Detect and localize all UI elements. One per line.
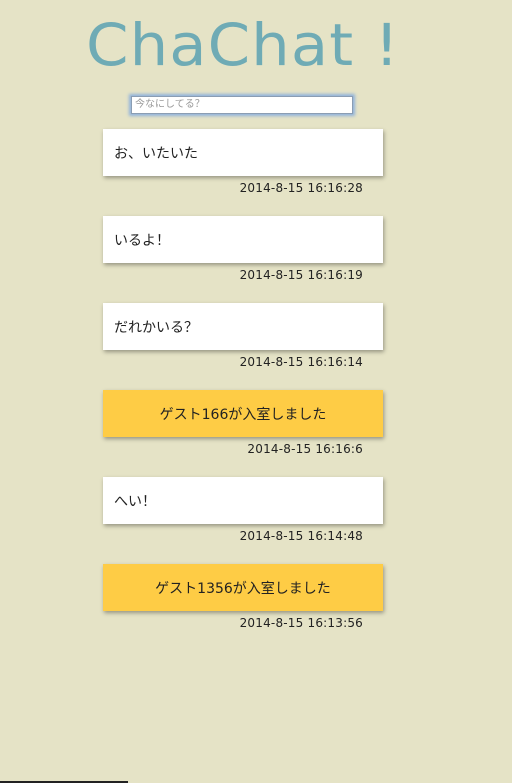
message-timestamp: 2014-8-15 16:16:14 — [239, 355, 363, 369]
message-timestamp: 2014-8-15 16:16:28 — [239, 181, 363, 195]
message-bubble: いるよ！ — [103, 216, 383, 263]
message-timestamp: 2014-8-15 16:14:48 — [239, 529, 363, 543]
message-item: お、いたいた 2014-8-15 16:16:28 — [103, 129, 383, 216]
message-timestamp: 2014-8-15 16:16:19 — [239, 268, 363, 282]
message-feed: お、いたいた 2014-8-15 16:16:28 いるよ！ 2014-8-15… — [103, 129, 383, 651]
message-bubble: お、いたいた — [103, 129, 383, 176]
system-message-item: ゲスト166が入室しました 2014-8-15 16:16:6 — [103, 390, 383, 477]
message-bubble: へい！ — [103, 477, 383, 524]
system-message-item: ゲスト1356が入室しました 2014-8-15 16:13:56 — [103, 564, 383, 651]
message-input[interactable] — [131, 95, 353, 114]
message-item: だれかいる？ 2014-8-15 16:16:14 — [103, 303, 383, 390]
system-message-bubble: ゲスト1356が入室しました — [103, 564, 383, 611]
message-timestamp: 2014-8-15 16:13:56 — [239, 616, 363, 630]
app-title: ChaChat ! — [86, 11, 400, 79]
message-item: へい！ 2014-8-15 16:14:48 — [103, 477, 383, 564]
message-bubble: だれかいる？ — [103, 303, 383, 350]
message-timestamp: 2014-8-15 16:16:6 — [247, 442, 363, 456]
system-message-bubble: ゲスト166が入室しました — [103, 390, 383, 437]
composer — [131, 92, 353, 114]
message-item: いるよ！ 2014-8-15 16:16:19 — [103, 216, 383, 303]
